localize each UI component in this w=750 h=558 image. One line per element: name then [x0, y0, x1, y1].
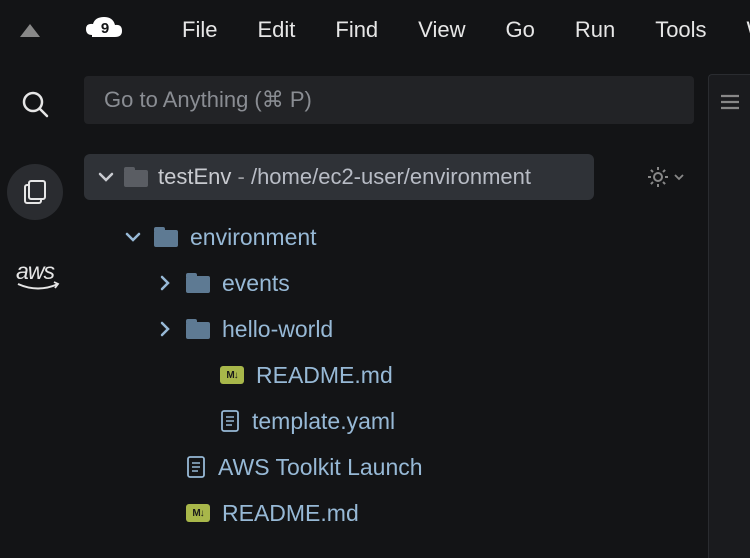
tree-file-aws-toolkit-launch[interactable]: AWS Toolkit Launch: [84, 444, 694, 490]
aws-tool[interactable]: aws: [7, 260, 63, 285]
search-icon: [21, 90, 49, 118]
tree-item-label: README.md: [222, 500, 359, 527]
file-tree: environment events hello-world README.md: [84, 214, 694, 536]
folder-icon: [154, 227, 178, 247]
svg-text:9: 9: [101, 20, 109, 37]
chevron-right-icon: [159, 321, 171, 337]
explorer-panel: Go to Anything (⌘ P) testEnv - /home/ec2…: [70, 60, 708, 558]
settings-button[interactable]: [646, 165, 684, 189]
markdown-icon: [186, 504, 210, 522]
menu-view[interactable]: View: [398, 9, 485, 51]
tree-item-label: README.md: [256, 362, 393, 389]
chevron-down-icon: [98, 171, 114, 183]
chevron-down-icon: [125, 231, 141, 243]
document-icon: [186, 455, 206, 479]
tree-item-label: environment: [190, 224, 317, 251]
document-icon: [220, 409, 240, 433]
menu-go[interactable]: Go: [485, 9, 554, 51]
menu-tools[interactable]: Tools: [635, 9, 726, 51]
tree-folder-environment[interactable]: environment: [84, 214, 694, 260]
collapse-triangle-icon[interactable]: [20, 24, 40, 37]
cloud9-logo-icon[interactable]: 9: [82, 15, 126, 45]
file-explorer-tool[interactable]: [7, 164, 63, 220]
menu-find[interactable]: Find: [315, 9, 398, 51]
hamburger-icon: [719, 93, 741, 111]
folder-icon: [186, 273, 210, 293]
menu-file[interactable]: File: [162, 9, 237, 51]
menu-window[interactable]: Window: [727, 9, 750, 51]
aws-icon: aws: [16, 258, 54, 285]
tree-item-label: events: [222, 270, 290, 297]
tree-file-readme-md[interactable]: README.md: [84, 352, 694, 398]
right-drawer[interactable]: [708, 74, 750, 558]
menubar: 9 File Edit Find View Go Run Tools Windo…: [0, 0, 750, 60]
tree-root-name: testEnv - /home/ec2-user/environment: [158, 164, 531, 190]
menu-run[interactable]: Run: [555, 9, 635, 51]
tree-folder-events[interactable]: events: [84, 260, 694, 306]
tree-file-template-yaml[interactable]: template.yaml: [84, 398, 694, 444]
search-tool[interactable]: [7, 84, 63, 124]
tree-item-label: template.yaml: [252, 408, 395, 435]
chevron-right-icon: [159, 275, 171, 291]
files-icon: [22, 179, 48, 205]
chevron-down-icon: [674, 173, 684, 181]
markdown-icon: [220, 366, 244, 384]
tree-file-readme-md-root[interactable]: README.md: [84, 490, 694, 536]
goto-placeholder: Go to Anything (⌘ P): [104, 87, 312, 113]
tree-item-label: AWS Toolkit Launch: [218, 454, 423, 481]
tree-folder-hello-world[interactable]: hello-world: [84, 306, 694, 352]
tree-item-label: hello-world: [222, 316, 333, 343]
folder-icon: [186, 319, 210, 339]
gear-icon: [646, 165, 670, 189]
folder-icon: [124, 167, 148, 187]
menu-edit[interactable]: Edit: [237, 9, 315, 51]
tree-root[interactable]: testEnv - /home/ec2-user/environment: [84, 154, 594, 200]
goto-anything-input[interactable]: Go to Anything (⌘ P): [84, 76, 694, 124]
vertical-toolbar: aws: [0, 60, 70, 558]
